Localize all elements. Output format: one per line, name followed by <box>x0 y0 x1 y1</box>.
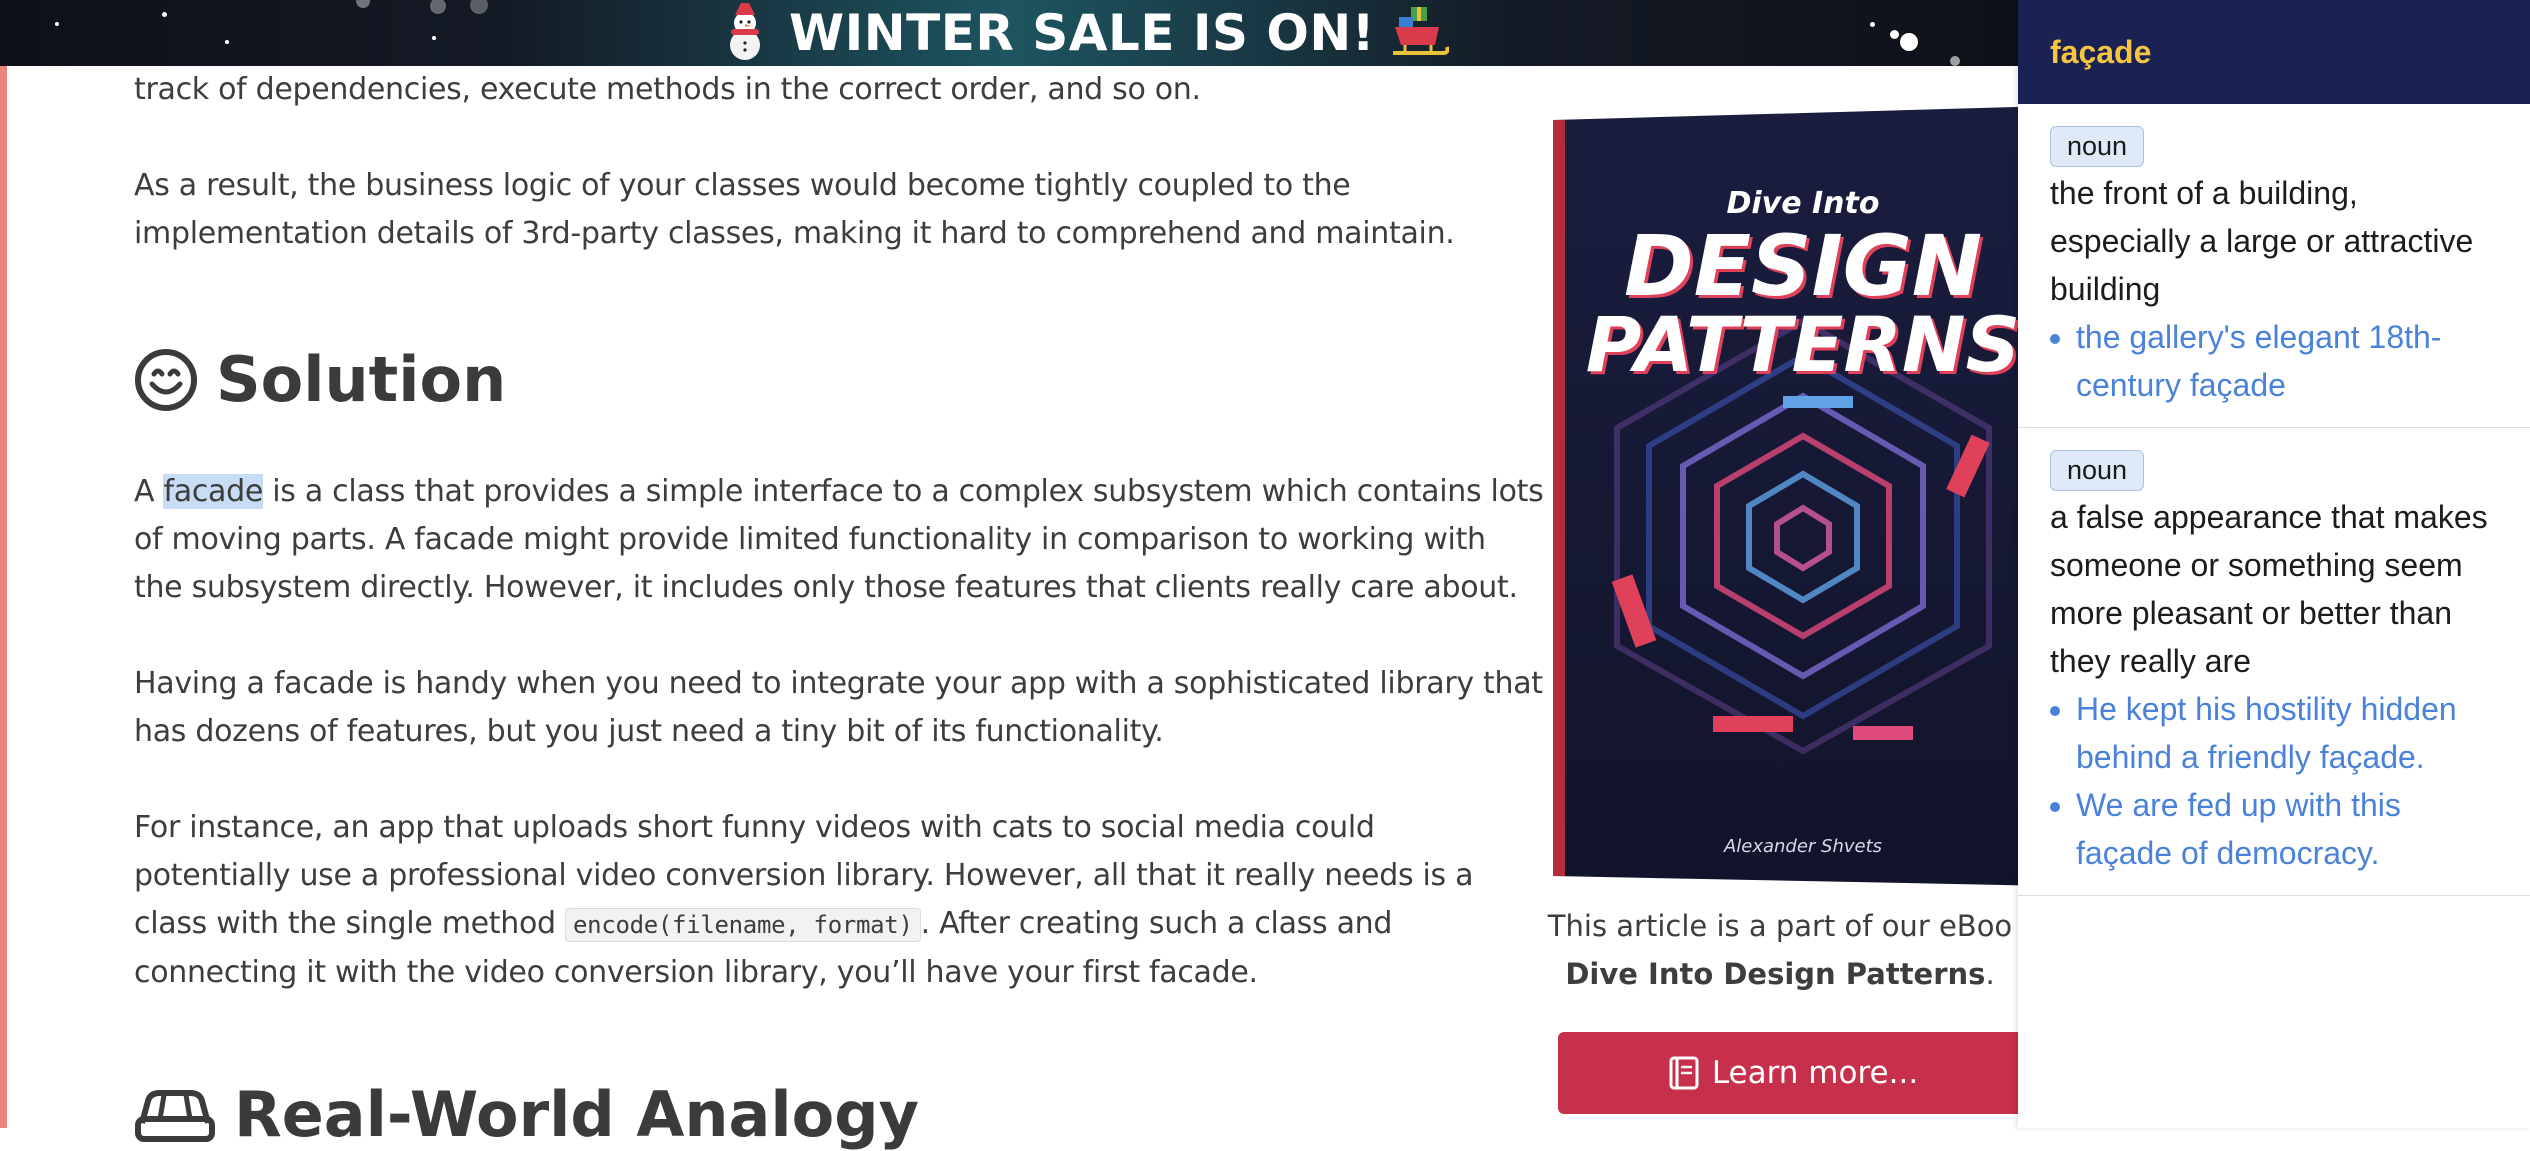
dictionary-sense: noun a false appearance that makes someo… <box>2018 428 2530 896</box>
promo-content: WINTER SALE IS ON! <box>715 0 1450 66</box>
snow-dot <box>1950 56 1960 66</box>
part-of-speech-badge: noun <box>2050 126 2145 167</box>
dictionary-word: façade <box>2050 33 2152 70</box>
smiley-icon <box>135 348 197 411</box>
snow-dot <box>356 0 370 8</box>
book-cover-author: Alexander Shvets <box>1723 836 1883 857</box>
part-of-speech-badge: noun <box>2050 450 2145 491</box>
sleigh-icon <box>1393 7 1450 55</box>
snow-dot <box>432 36 436 40</box>
book-cover[interactable]: Dive Into DESIGN PATTERNS Alexander Shve… <box>1553 106 2053 886</box>
solution-heading-text: Solution <box>216 343 507 416</box>
learn-more-label: Learn more... <box>1711 1055 1919 1091</box>
example-item: the gallery's elegant 18th-century façad… <box>2076 313 2498 409</box>
learn-more-button[interactable]: Learn more... <box>1558 1032 2028 1114</box>
analogy-heading: Real-World Analogy <box>134 1078 919 1151</box>
analogy-heading-text: Real-World Analogy <box>234 1078 919 1151</box>
promo-text: WINTER SALE IS ON! <box>789 4 1376 62</box>
example-list: He kept his hostility hidden behind a fr… <box>2050 685 2498 877</box>
example-item: He kept his hostility hidden behind a fr… <box>2076 685 2498 781</box>
example-list: the gallery's elegant 18th-century façad… <box>2050 313 2498 409</box>
definition-text: the front of a building, especially a la… <box>2050 175 2474 307</box>
book-cover-title-small: Dive Into <box>1726 186 1880 221</box>
snow-dot <box>55 22 59 26</box>
snow-dot <box>470 0 488 14</box>
snow-dot <box>1890 30 1899 39</box>
snow-dot <box>1900 33 1918 51</box>
paragraph-solution: A facade is a class that provides a simp… <box>134 474 1544 605</box>
dictionary-popup[interactable]: façade noun the front of a building, esp… <box>2018 0 2530 1128</box>
book-cover-title-line2: PATTERNS <box>1585 300 2021 389</box>
book-caption: This article is a part of our eBoo Dive … <box>1500 902 2060 998</box>
dictionary-sense: noun the front of a building, especially… <box>2018 104 2530 428</box>
snow-dot <box>1870 22 1875 27</box>
snowman-icon <box>730 3 760 60</box>
snow-dot <box>162 12 167 17</box>
left-accent-stripe <box>0 0 7 1128</box>
paragraph-result: As a result, the business logic of your … <box>134 168 1455 251</box>
paragraph-instance: For instance, an app that uploads short … <box>134 810 1474 990</box>
promo-banner[interactable]: WINTER SALE IS ON! <box>0 0 2020 66</box>
book-cover-title-line1: DESIGN <box>1623 217 1983 315</box>
paragraph-dependencies: track of dependencies, execute methods i… <box>134 72 1201 107</box>
paragraph-handy: Having a facade is handy when you need t… <box>134 666 1543 749</box>
book-caption-title[interactable]: Dive Into Design Patterns <box>1565 957 1985 991</box>
snow-dot <box>225 40 229 44</box>
book-caption-line1: This article is a part of our eBoo <box>1547 909 2013 943</box>
definition-text: a false appearance that makes someone or… <box>2050 499 2488 679</box>
snow-dot <box>430 0 446 14</box>
example-item: We are fed up with this façade of democr… <box>2076 781 2498 877</box>
selected-word-facade[interactable]: facade <box>163 474 263 509</box>
car-icon <box>135 1089 215 1142</box>
dictionary-header: façade <box>2018 0 2530 104</box>
solution-heading: Solution <box>134 343 506 416</box>
inline-code: encode(filename, format) <box>565 908 921 942</box>
book-icon <box>1669 1056 1699 1090</box>
